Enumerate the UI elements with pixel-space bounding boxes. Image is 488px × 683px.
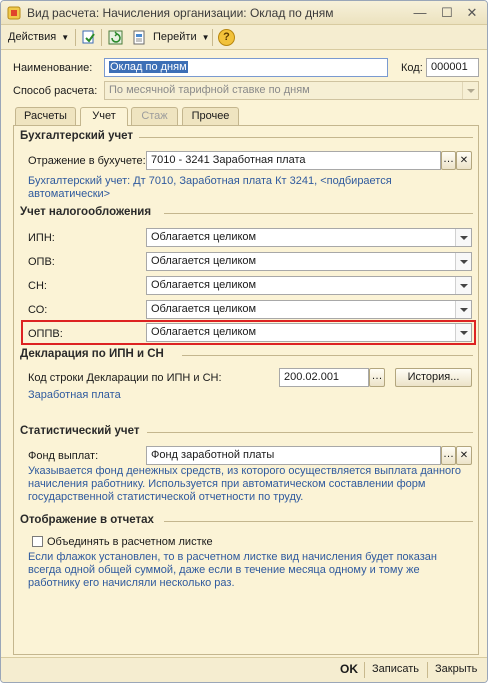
- fund-select-button[interactable]: …: [441, 446, 456, 465]
- actions-label: Действия: [8, 31, 57, 43]
- name-value: Оклад по дням: [109, 61, 188, 73]
- fund-label: Фонд выплат:: [28, 450, 99, 462]
- name-label: Наименование:: [13, 62, 93, 74]
- minimize-button[interactable]: —: [411, 4, 429, 21]
- chevron-down-icon: [462, 82, 478, 99]
- actions-menu[interactable]: Действия ▼: [8, 29, 69, 46]
- code-input[interactable]: 000001: [426, 58, 479, 77]
- code-value: 000001: [431, 61, 468, 73]
- tax-opv-select[interactable]: Облагается целиком: [146, 252, 472, 271]
- tax-sn-label: СН:: [28, 280, 47, 292]
- declaration-section-title: Декларация по ИПН и СН: [20, 348, 164, 360]
- calculation-method-label: Способ расчета:: [13, 85, 98, 97]
- tax-so-label: СО:: [28, 304, 48, 316]
- chevron-down-icon: [455, 277, 471, 294]
- tax-so-select[interactable]: Облагается целиком: [146, 300, 472, 319]
- reflection-clear-icon[interactable]: ✕: [456, 151, 472, 170]
- declaration-code-value: 200.02.001: [284, 371, 340, 383]
- app-icon: [7, 6, 21, 20]
- fund-value: Фонд заработной платы: [151, 449, 275, 461]
- history-button[interactable]: История...: [395, 368, 472, 387]
- save-button[interactable]: Записать: [372, 663, 419, 675]
- help-icon[interactable]: ?: [218, 29, 235, 46]
- tax-oppv-select[interactable]: Облагается целиком: [146, 323, 472, 342]
- section-divider: [182, 355, 473, 356]
- tax-opv-value: Облагается целиком: [151, 255, 257, 267]
- dialog-window: Вид расчета: Начисления организации: Окл…: [0, 0, 488, 683]
- tax-sn-select[interactable]: Облагается целиком: [146, 276, 472, 295]
- tax-oppv-value: Облагается целиком: [151, 326, 257, 338]
- footer-bar: OK Записать Закрыть: [1, 658, 487, 682]
- chevron-down-icon: [455, 253, 471, 270]
- tab-seniority[interactable]: Стаж: [131, 107, 178, 125]
- tax-ipn-select[interactable]: Облагается целиком: [146, 228, 472, 247]
- document-icon[interactable]: [131, 29, 148, 46]
- tax-oppv-label: ОППВ:: [28, 328, 63, 340]
- declaration-line-link[interactable]: Заработная плата: [28, 389, 121, 401]
- fund-input[interactable]: Фонд заработной платы: [146, 446, 441, 465]
- toolbar-divider: [75, 29, 76, 46]
- declaration-code-select-button[interactable]: …: [369, 368, 385, 387]
- tax-opv-label: ОПВ:: [28, 256, 55, 268]
- combine-checkbox[interactable]: [32, 536, 43, 547]
- tax-so-value: Облагается целиком: [151, 303, 257, 315]
- code-label: Код:: [401, 62, 423, 74]
- section-divider: [139, 137, 473, 138]
- declaration-code-label: Код строки Декларации по ИПН и СН:: [28, 372, 222, 384]
- reflection-select-button[interactable]: …: [441, 151, 456, 170]
- close-window-button[interactable]: ✕: [463, 4, 481, 21]
- close-button[interactable]: Закрыть: [435, 663, 477, 675]
- refresh-icon[interactable]: [107, 29, 124, 46]
- footer-divider: [427, 662, 428, 678]
- window-title: Вид расчета: Начисления организации: Окл…: [27, 6, 334, 20]
- tax-sn-value: Облагается целиком: [151, 279, 257, 291]
- reflection-label: Отражение в бухучете:: [28, 155, 146, 167]
- reflection-input[interactable]: 7010 - 3241 Заработная плата: [146, 151, 441, 170]
- toolbar-divider: [101, 29, 102, 46]
- tab-other[interactable]: Прочее: [182, 107, 239, 125]
- goto-menu[interactable]: Перейти ▼: [153, 29, 210, 46]
- combine-label[interactable]: Объединять в расчетном листке: [47, 536, 213, 548]
- save-and-close-icon[interactable]: [80, 29, 97, 46]
- declaration-code-input[interactable]: 200.02.001: [279, 368, 369, 387]
- tab-accounting[interactable]: Учет: [80, 107, 128, 126]
- fund-clear-icon[interactable]: ✕: [456, 446, 472, 465]
- statistics-hint: Указывается фонд денежных средств, из ко…: [28, 465, 462, 503]
- footer-divider: [364, 662, 365, 678]
- tax-ipn-value: Облагается целиком: [151, 231, 257, 243]
- reports-hint: Если флажок установлен, то в расчетном л…: [28, 551, 437, 589]
- reflection-value: 7010 - 3241 Заработная плата: [151, 154, 306, 166]
- name-input[interactable]: Оклад по дням: [104, 58, 388, 77]
- section-divider: [147, 432, 473, 433]
- chevron-down-icon: [455, 229, 471, 246]
- toolbar-divider: [212, 29, 213, 46]
- tax-ipn-label: ИПН:: [28, 232, 55, 244]
- toolbar: Действия ▼ Перейти ▼ ?: [1, 25, 487, 50]
- chevron-down-icon: ▼: [61, 33, 70, 42]
- maximize-button[interactable]: ☐: [438, 4, 456, 21]
- chevron-down-icon: ▼: [201, 33, 210, 42]
- chevron-down-icon: [455, 301, 471, 318]
- calculation-method-value: По месячной тарифной ставке по дням: [109, 84, 310, 96]
- section-divider: [164, 213, 473, 214]
- accounting-hint: Бухгалтерский учет: Дт 7010, Заработная …: [28, 175, 392, 200]
- chevron-down-icon: [455, 324, 471, 341]
- title-bar: Вид расчета: Начисления организации: Окл…: [1, 1, 487, 25]
- tab-calculations[interactable]: Расчеты: [15, 107, 76, 125]
- goto-label: Перейти: [153, 31, 197, 43]
- statistics-section-title: Статистический учет: [20, 425, 140, 437]
- reports-section-title: Отображение в отчетах: [20, 514, 154, 526]
- calculation-method-select[interactable]: По месячной тарифной ставке по дням: [104, 81, 479, 100]
- tax-section-title: Учет налогообложения: [20, 206, 152, 218]
- ok-button[interactable]: OK: [340, 662, 358, 676]
- section-divider: [164, 521, 473, 522]
- accounting-section-title: Бухгалтерский учет: [20, 130, 134, 142]
